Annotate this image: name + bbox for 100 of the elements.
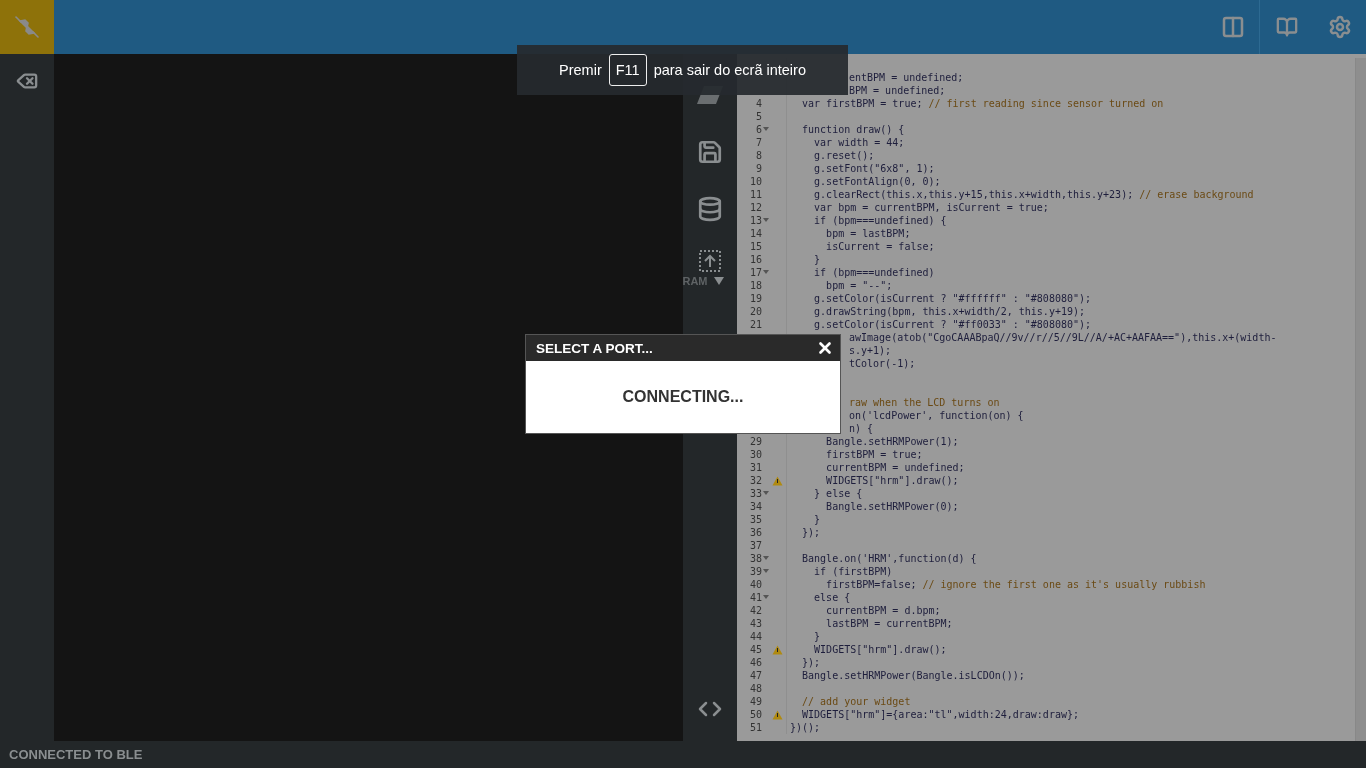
code-line: if (bpm===undefined) xyxy=(813,266,935,279)
line-number: 11 xyxy=(749,189,762,200)
hint-text: Premir xyxy=(559,62,602,78)
code-line: s.y+1); xyxy=(849,344,892,357)
code-line: var width = 44; xyxy=(813,136,905,149)
line-number: 36 xyxy=(749,527,762,538)
line-number: 6 xyxy=(755,124,762,135)
line-number: 29 xyxy=(749,436,762,447)
code-line: entBPM = undefined; xyxy=(849,71,964,84)
code-line: g.setFont("6x8", 1); xyxy=(813,162,935,175)
memory-label: RAM xyxy=(683,275,708,287)
code-line: raw when the LCD turns on xyxy=(849,396,1000,409)
code-line: currentBPM = d.bpm; xyxy=(825,604,941,617)
line-number: 49 xyxy=(749,696,762,707)
code-line: currentBPM = undefined; xyxy=(825,461,965,474)
line-number: 4 xyxy=(755,98,762,109)
code-line: WIDGETS["hrm"].draw(); xyxy=(825,474,959,487)
code-line: tColor(-1); xyxy=(849,357,916,370)
line-number: 21 xyxy=(749,319,762,330)
code-line: BPM = undefined; xyxy=(849,84,946,97)
fold-icon[interactable] xyxy=(763,218,769,222)
code-line: g.reset(); xyxy=(813,149,875,162)
line-number: 12 xyxy=(749,202,762,213)
line-number: 14 xyxy=(749,228,762,239)
line-number: 30 xyxy=(749,449,762,460)
code-line: WIDGETS["hrm"].draw(); xyxy=(813,643,947,656)
line-number: 38 xyxy=(749,553,762,564)
line-number: 46 xyxy=(749,657,762,668)
line-number: 20 xyxy=(749,306,762,317)
line-number: 10 xyxy=(749,176,762,187)
code-line: g.clearRect(this.x,this.y+15,this.x+width,this.y+23); // erase background xyxy=(813,188,1254,201)
line-number: 17 xyxy=(749,267,762,278)
caret-icon[interactable] xyxy=(713,277,724,285)
line-number: 32 xyxy=(749,475,762,486)
clear-icon[interactable] xyxy=(16,70,38,92)
code-line: }); xyxy=(801,526,821,539)
code-line: Bangle.on('HRM',function(d) { xyxy=(801,552,977,565)
unplug-icon xyxy=(14,15,40,39)
line-number: 16 xyxy=(749,254,762,265)
code-line: g.setFontAlign(0, 0); xyxy=(813,175,941,188)
line-number: 15 xyxy=(749,241,762,252)
code-line: } xyxy=(813,630,821,643)
line-number: 43 xyxy=(749,618,762,629)
line-number: 39 xyxy=(749,566,762,577)
code-line: bpm = lastBPM; xyxy=(825,227,911,240)
code-line: lastBPM = currentBPM; xyxy=(825,617,953,630)
code-line: if (firstBPM) xyxy=(813,565,893,578)
line-number: 51 xyxy=(749,722,762,733)
line-number: 7 xyxy=(755,137,762,148)
code-line: }); xyxy=(801,656,821,669)
code-line: function draw() { xyxy=(801,123,905,136)
key-cap: F11 xyxy=(608,54,647,86)
fold-icon[interactable] xyxy=(763,569,769,573)
fold-icon[interactable] xyxy=(763,491,769,495)
scrollbar[interactable] xyxy=(1355,58,1366,741)
code-line: n) { xyxy=(849,422,874,435)
code-line: Bangle.setHRMPower(1); xyxy=(825,435,959,448)
line-number: 37 xyxy=(749,540,762,551)
line-number: 19 xyxy=(749,293,762,304)
code-line: g.setColor(isCurrent ? "#ff0033" : "#808080"); xyxy=(813,318,1092,331)
status-text: CONNECTED TO BLE xyxy=(0,741,1366,768)
code-line: Bangle.setHRMPower(Bangle.isLCDOn()); xyxy=(801,669,1025,682)
code-line: } else { xyxy=(813,487,863,500)
fold-icon[interactable] xyxy=(763,595,769,599)
line-number: 47 xyxy=(749,670,762,681)
code-line: awImage(atob("CgoCAAABpaQ//9v//r//5//9L//A/+AC+AAFAA=="),this.x+(width- xyxy=(849,331,1277,344)
line-number: 40 xyxy=(749,579,762,590)
line-number: 34 xyxy=(749,501,762,512)
line-number: 33 xyxy=(749,488,762,499)
line-number: 41 xyxy=(749,592,762,603)
line-number: 9 xyxy=(755,163,762,174)
code-line: var firstBPM = true; // first reading since sensor turned on xyxy=(801,97,1164,110)
code-line: g.drawString(bpm, this.x+width/2, this.y+19); xyxy=(813,305,1085,318)
code-line: on('lcdPower', function(on) { xyxy=(849,409,1024,422)
code-line: } xyxy=(813,513,821,526)
code-line: firstBPM = true; xyxy=(825,448,923,461)
code-line: Bangle.setHRMPower(0); xyxy=(825,500,959,513)
close-icon[interactable] xyxy=(816,339,834,357)
line-number: 50 xyxy=(749,709,762,720)
dialog-title: SELECT A PORT... xyxy=(536,340,653,356)
hint-text: para sair do ecrã inteiro xyxy=(653,62,806,78)
line-number: 13 xyxy=(749,215,762,226)
dialog-message: CONNECTING... xyxy=(621,387,745,407)
line-number: 8 xyxy=(755,150,762,161)
code-line: firstBPM=false; // ignore the first one as it's usually rubbish xyxy=(825,578,1206,591)
code-line: WIDGETS["hrm"]={area:"tl",width:24,draw:draw}; xyxy=(801,708,1079,721)
line-number: 35 xyxy=(749,514,762,525)
code-line: g.setColor(isCurrent ? "#ffffff" : "#808080"); xyxy=(813,292,1092,305)
code-line: // add your widget xyxy=(801,695,911,708)
line-number: 44 xyxy=(749,631,762,642)
fold-icon[interactable] xyxy=(763,127,769,131)
line-number: 48 xyxy=(749,683,762,694)
fold-icon[interactable] xyxy=(763,556,769,560)
line-number: 31 xyxy=(749,462,762,473)
fold-icon[interactable] xyxy=(763,270,769,274)
line-number: 18 xyxy=(749,280,762,291)
code-line: bpm = "--"; xyxy=(825,279,893,292)
code-line: else { xyxy=(813,591,851,604)
line-number: 45 xyxy=(749,644,762,655)
line-number: 42 xyxy=(749,605,762,616)
